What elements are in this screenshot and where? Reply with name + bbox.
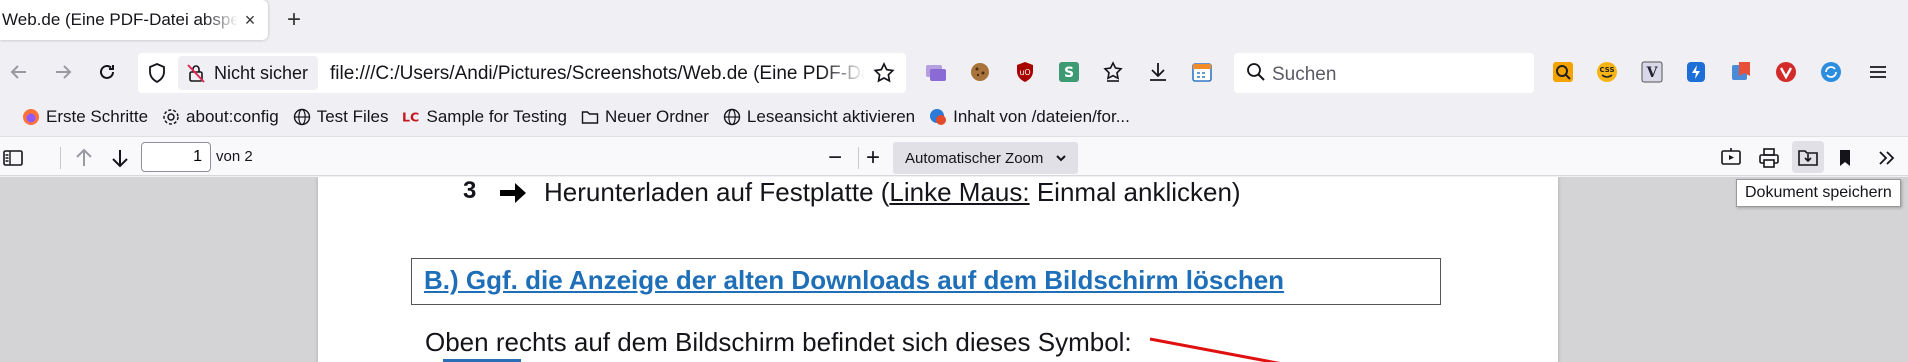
arrow-right-icon <box>498 181 528 205</box>
svg-text:LC: LC <box>402 110 419 125</box>
zoom-select-label: Automatischer Zoom <box>905 149 1044 167</box>
svg-text:V: V <box>1646 65 1659 81</box>
pdf-page: 3 Herunterladen auf Festplatte (Linke Ma… <box>318 177 1558 362</box>
bookmark-icon[interactable] <box>1832 145 1858 171</box>
firefox-icon <box>22 108 40 126</box>
save-icon <box>1796 145 1820 169</box>
section-heading: B.) Ggf. die Anzeige der alten Downloads… <box>424 265 1285 295</box>
next-page-icon[interactable] <box>107 145 133 171</box>
zoom-out-button[interactable]: − <box>822 144 848 171</box>
sidebar-toggle-icon[interactable] <box>0 145 26 171</box>
reload-button[interactable] <box>92 57 122 87</box>
shield-icon[interactable] <box>146 62 168 84</box>
pocket-icon[interactable] <box>1101 60 1125 84</box>
step-text: Herunterladen auf Festplatte (Linke Maus… <box>544 177 1241 208</box>
gear-icon <box>162 108 180 126</box>
sync-extension-icon[interactable] <box>1819 60 1843 84</box>
calendar-extension-icon[interactable] <box>1190 60 1214 84</box>
step-text-post: Einmal anklicken) <box>1029 177 1241 207</box>
bookmark-label: Neuer Ordner <box>604 107 709 126</box>
presentation-mode-icon[interactable] <box>1718 145 1744 171</box>
bookmark-label: about:config <box>186 107 279 126</box>
bookmark-inhalt-von-dateien[interactable]: Inhalt von /dateien/for... <box>929 107 1130 127</box>
bookmark-extension-icon[interactable] <box>1729 60 1753 84</box>
bookmark-about-config[interactable]: about:config <box>162 107 279 127</box>
toolbar-separator <box>858 147 859 169</box>
site-identity-label: Nicht sicher <box>214 62 309 83</box>
toolbar-separator <box>60 147 61 169</box>
extension-icon <box>929 108 947 126</box>
vivaldi-icon[interactable] <box>1774 60 1798 84</box>
bookmark-label: Sample for Testing <box>426 107 567 126</box>
search-icon <box>1246 62 1266 82</box>
tooltip: Dokument speichern <box>1736 179 1901 207</box>
zoom-select[interactable]: Automatischer Zoom <box>893 142 1078 174</box>
svg-text:uO: uO <box>1019 68 1030 77</box>
search-placeholder: Suchen <box>1272 64 1337 85</box>
css-extension-icon[interactable]: CSS <box>1595 60 1619 84</box>
print-icon[interactable] <box>1756 145 1782 171</box>
lc-icon: LC <box>402 108 420 126</box>
pdf-viewer[interactable]: 3 Herunterladen auf Festplatte (Linke Ma… <box>0 177 1908 362</box>
bookmark-label: Leseansicht aktivieren <box>746 107 916 126</box>
previous-page-icon[interactable] <box>71 145 97 171</box>
hamburger-menu-icon[interactable] <box>1866 60 1890 84</box>
url-text[interactable]: file:///C:/Users/Andi/Pictures/Screensho… <box>330 63 865 85</box>
bookmark-leseansicht[interactable]: Leseansicht aktivieren <box>723 107 915 127</box>
tab-strip: Web.de (Eine PDF-Datei abspeichern) × + <box>0 0 1908 40</box>
url-bar[interactable]: Nicht sicher file:///C:/Users/Andi/Pictu… <box>138 53 906 93</box>
bookmarks-toolbar: Erste Schritte about:config Test Files L… <box>0 102 1908 132</box>
section-heading-box: B.) Ggf. die Anzeige der alten Downloads… <box>411 258 1441 305</box>
site-identity-button[interactable]: Nicht sicher <box>178 56 319 90</box>
bookmark-erste-schritte[interactable]: Erste Schritte <box>22 107 148 127</box>
stylus-icon[interactable]: S <box>1057 60 1081 84</box>
step-text-pre: Herunterladen auf Festplatte ( <box>544 177 890 207</box>
svg-text:S: S <box>1064 65 1074 81</box>
navigation-bar: Nicht sicher file:///C:/Users/Andi/Pictu… <box>0 47 1908 97</box>
back-button[interactable] <box>4 57 34 87</box>
svg-text:CSS: CSS <box>1599 66 1614 74</box>
bookmark-label: Inhalt von /dateien/for... <box>953 107 1130 126</box>
search-bar[interactable]: Suchen <box>1234 53 1534 93</box>
tools-overflow-icon[interactable] <box>1874 145 1900 171</box>
step-number: 3 <box>463 177 477 204</box>
globe-icon <box>723 108 741 126</box>
ublock-icon[interactable]: uO <box>1013 60 1037 84</box>
search-highlight-extension-icon[interactable] <box>1551 60 1575 84</box>
page-count-label: von 2 <box>216 148 253 165</box>
chevron-down-icon <box>1054 151 1068 165</box>
step-text-link: Linke Maus: <box>889 177 1030 207</box>
globe-icon <box>293 108 311 126</box>
bookmark-label: Test Files <box>316 107 389 126</box>
bolt-extension-icon[interactable] <box>1684 60 1708 84</box>
tab-groups-icon[interactable] <box>924 60 948 84</box>
bookmark-label: Erste Schritte <box>46 107 149 126</box>
forward-button[interactable] <box>48 57 78 87</box>
active-tab[interactable]: Web.de (Eine PDF-Datei abspeichern) × <box>0 0 268 40</box>
folder-icon <box>581 108 599 126</box>
close-tab-icon[interactable]: × <box>238 8 262 32</box>
tab-title: Web.de (Eine PDF-Datei abspeichern) <box>2 10 238 29</box>
downloads-icon[interactable] <box>1146 60 1170 84</box>
new-tab-button[interactable]: + <box>281 6 307 33</box>
bookmark-star-icon[interactable] <box>872 61 896 85</box>
bookmark-test-files[interactable]: Test Files <box>293 107 389 127</box>
body-paragraph: Oben rechts auf dem Bildschirm befindet … <box>425 327 1132 357</box>
zoom-in-button[interactable]: + <box>860 144 886 171</box>
cookie-icon[interactable] <box>968 60 992 84</box>
bookmark-neuer-ordner[interactable]: Neuer Ordner <box>581 107 709 127</box>
v-extension-icon[interactable]: V <box>1640 60 1664 84</box>
save-document-button[interactable] <box>1792 141 1824 173</box>
page-number-input[interactable] <box>141 142 211 172</box>
annotation-arrow-line <box>1149 337 1281 362</box>
pdf-toolbar: von 2 − + Automatischer Zoom <box>0 136 1908 176</box>
bookmark-sample-for-testing[interactable]: LC Sample for Testing <box>402 107 566 127</box>
insecure-lock-icon <box>186 63 206 83</box>
